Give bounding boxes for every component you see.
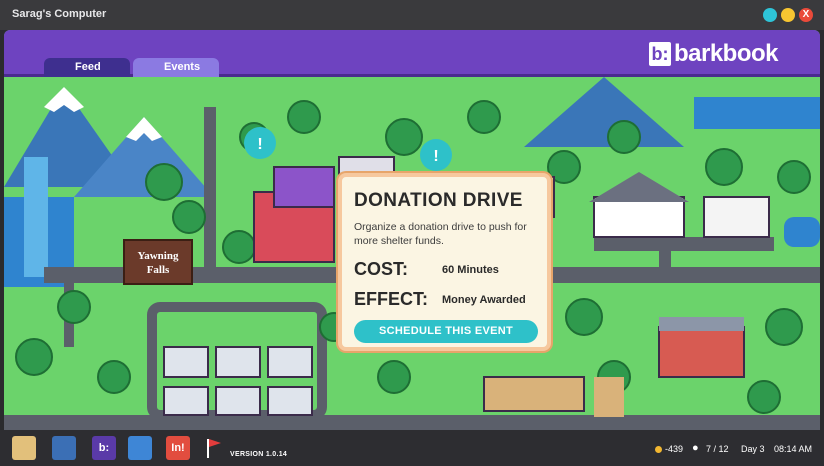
- svg-text:Falls: Falls: [147, 264, 170, 276]
- paw-icon: ●: [692, 442, 699, 454]
- effect-value: Money Awarded: [442, 294, 526, 306]
- dogs-readout: 7 / 12: [706, 444, 729, 454]
- version-label: VERSION 1.0.14: [230, 451, 288, 458]
- effect-label: EFFECT:: [354, 289, 428, 309]
- day-readout: Day 3: [741, 444, 765, 454]
- time-readout: 08:14 AM: [774, 444, 813, 454]
- money-readout: -439: [665, 444, 684, 454]
- svg-text:!: !: [433, 148, 438, 165]
- barkbook-app: b: barkbook Feed Events ! ! Yawning Fall…: [4, 30, 820, 430]
- close-button[interactable]: X: [799, 8, 813, 22]
- tab-events[interactable]: Events: [133, 58, 219, 77]
- event-description: Organize a donation drive to push for mo…: [354, 221, 527, 247]
- schedule-event-button[interactable]: SCHEDULE THIS EVENT: [354, 320, 538, 343]
- barkbook-logo: b: barkbook: [648, 40, 779, 68]
- dog-treat-icon[interactable]: [12, 436, 36, 460]
- svg-text:!: !: [257, 136, 262, 153]
- taskbar: b: In! VERSION 1.0.14 -439 ● 7 / 12 Day …: [0, 430, 824, 466]
- cost-label: COST:: [354, 259, 408, 279]
- tab-feed[interactable]: Feed: [44, 58, 130, 77]
- coin-icon: [655, 446, 662, 453]
- event-popup: DONATION DRIVE Organize a donation drive…: [338, 173, 551, 351]
- barkbook-app-icon[interactable]: b:: [92, 436, 116, 460]
- cost-value: 60 Minutes: [442, 264, 499, 276]
- calendar-icon[interactable]: [128, 436, 152, 460]
- event-title: DONATION DRIVE: [354, 190, 523, 211]
- logo-mark: b:: [648, 42, 671, 66]
- basket-icon[interactable]: [52, 436, 76, 460]
- yawning-falls-sign: Yawning Falls: [123, 239, 193, 285]
- maximize-button[interactable]: [781, 8, 795, 22]
- red-flag-icon[interactable]: [204, 436, 222, 460]
- svg-text:Yawning: Yawning: [138, 250, 179, 262]
- app-header: b: barkbook Feed Events: [4, 30, 820, 77]
- window-title: Sarag's Computer: [12, 8, 107, 20]
- tab-bar: Feed Events: [44, 58, 219, 77]
- window-titlebar: Sarag's Computer X: [0, 0, 824, 30]
- in-app-icon[interactable]: In!: [166, 436, 190, 460]
- minimize-button[interactable]: [763, 8, 777, 22]
- logo-text: barkbook: [673, 40, 779, 67]
